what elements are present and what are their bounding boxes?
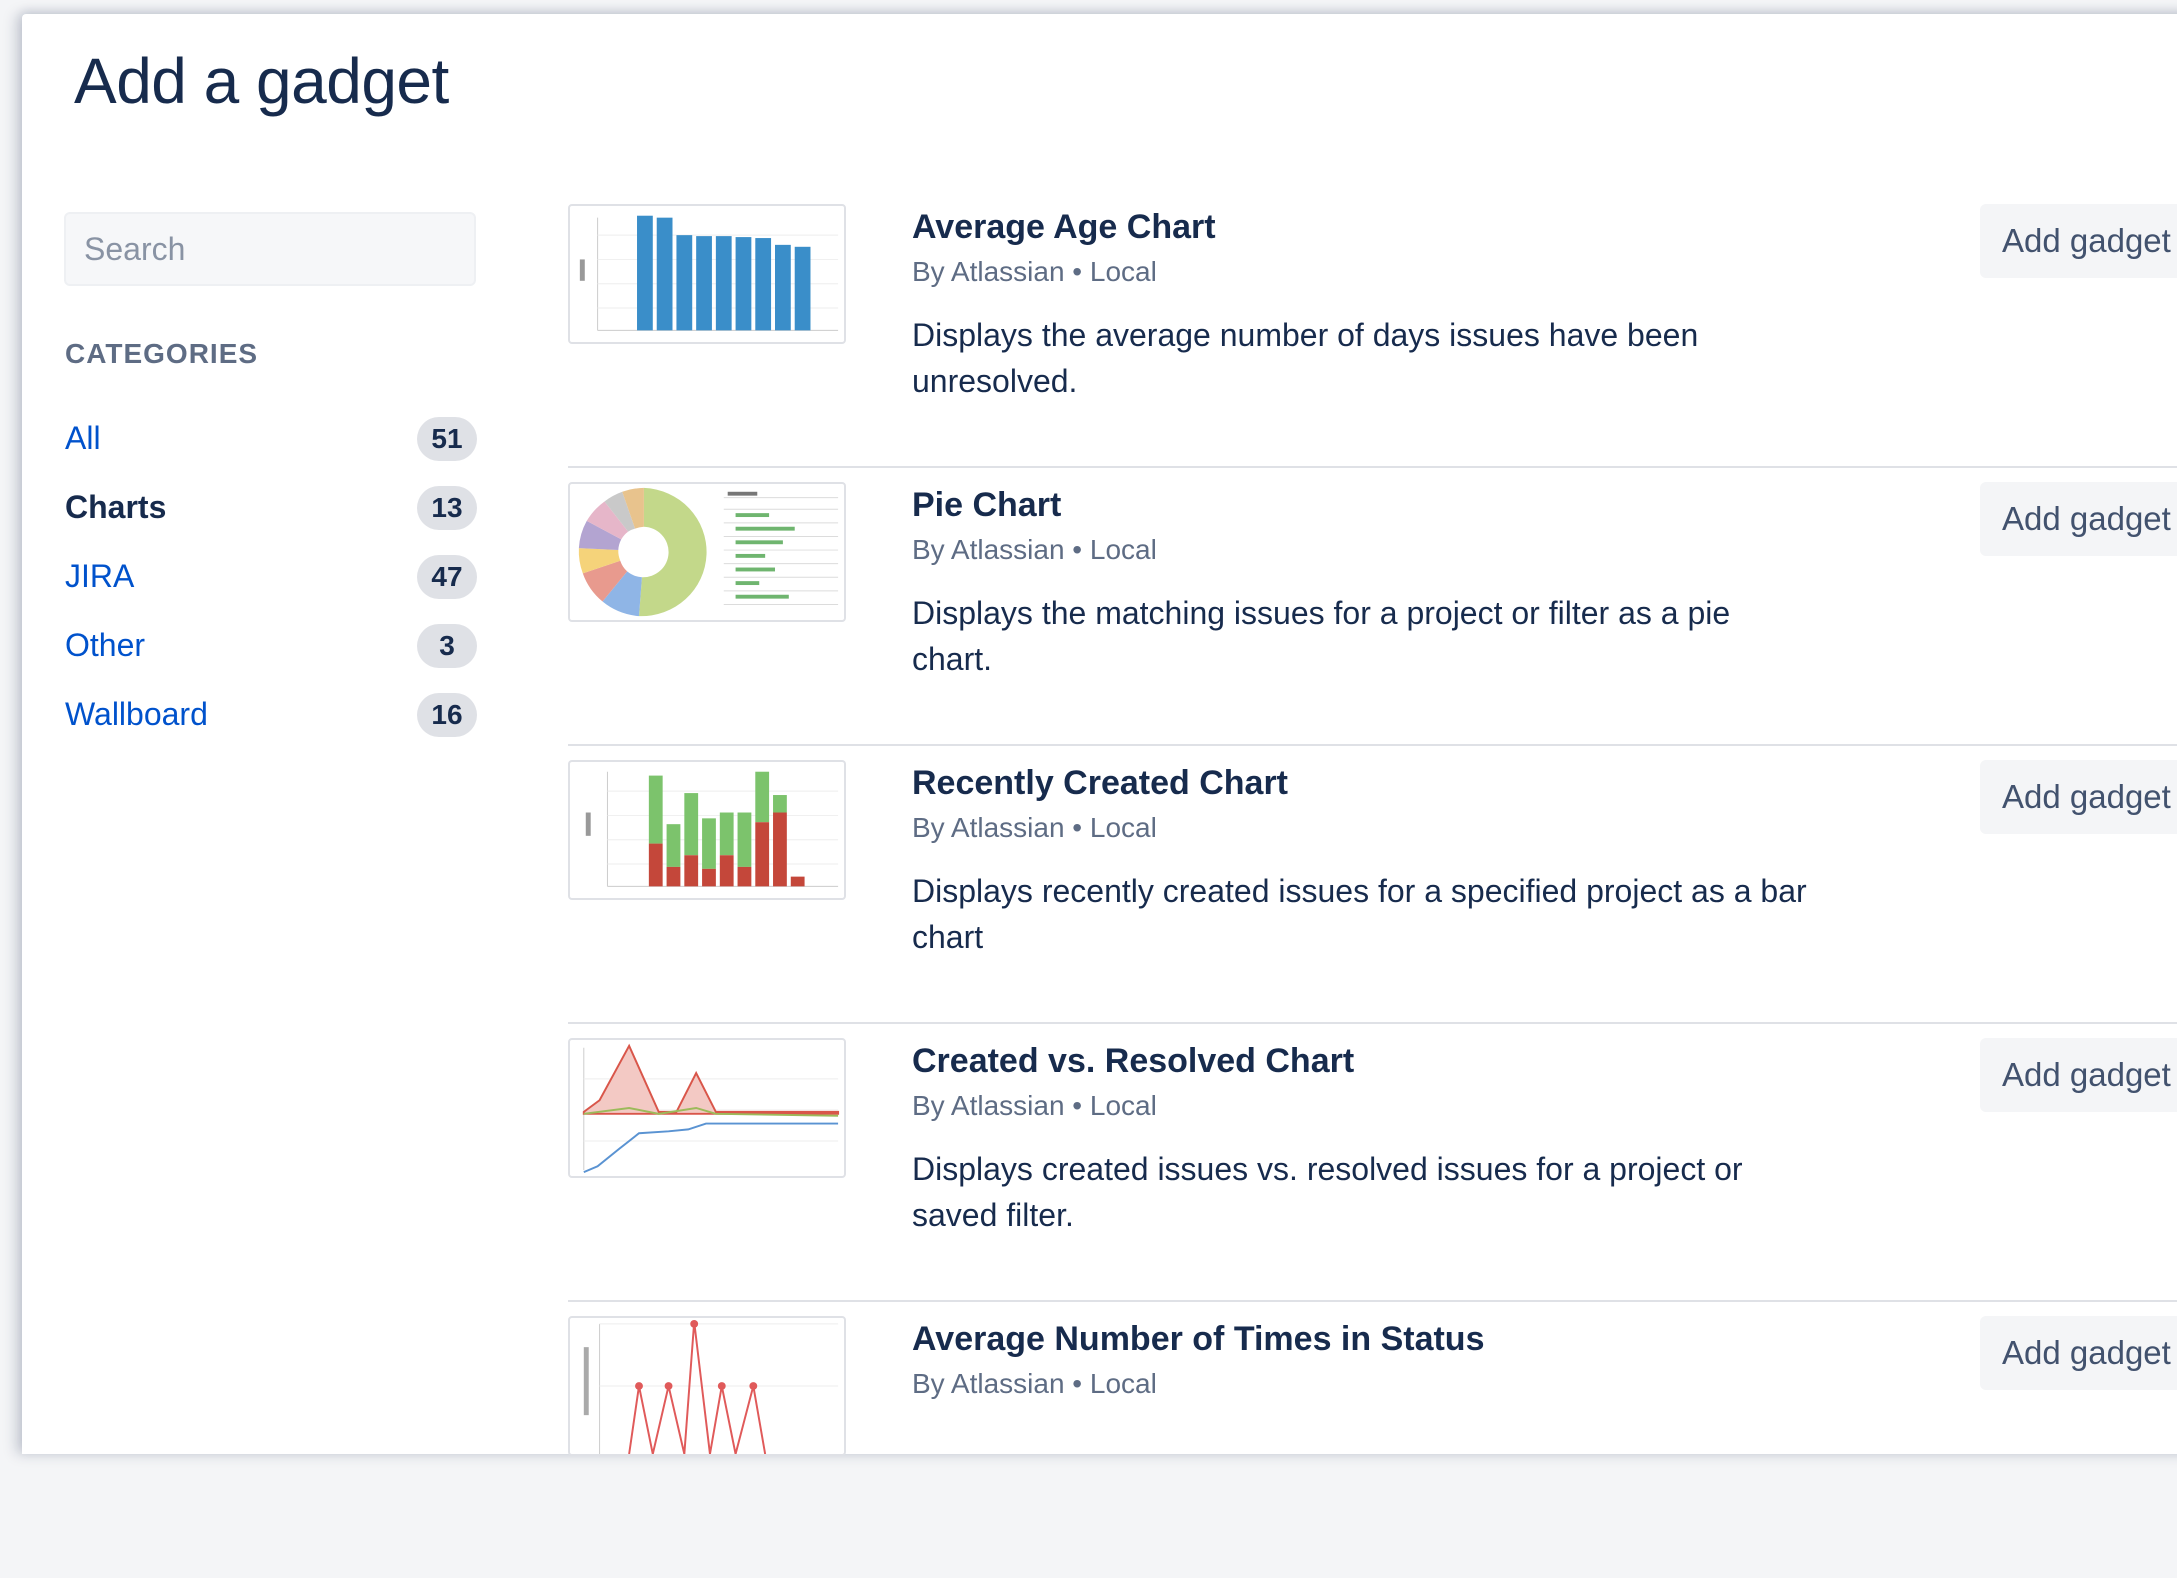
gadget-author: By Atlassian • Local [912,256,1157,287]
gadget-title: Recently Created Chart [912,764,1289,802]
category-charts[interactable]: Charts 13 [65,473,477,542]
gadget-list: Average Age Chart By Atlassian • Local D… [568,190,2177,1578]
category-list: All 51 Charts 13 JIRA 47 Other 3 Wallboa… [65,404,477,749]
category-all[interactable]: All 51 [65,404,477,473]
pie-chart-thumbnail [568,482,846,622]
category-wallboard[interactable]: Wallboard 16 [65,680,477,749]
add-gadget-dialog: Add a gadget CATEGORIES All 51 Charts 13… [22,14,2177,1456]
add-gadget-button[interactable]: Add gadget [1980,1316,2177,1390]
add-gadget-button[interactable]: Add gadget [1980,760,2177,834]
category-label: Charts [65,489,167,525]
category-count-badge: 47 [417,554,477,599]
gadget-description: Displays recently created issues for a s… [912,873,1807,955]
gadget-title: Pie Chart [912,486,1062,524]
gadget-item: Pie Chart By Atlassian • Local Displays … [568,468,2177,746]
area-line-chart-thumbnail [568,1038,846,1178]
gadget-description: Displays the matching issues for a proje… [912,595,1731,677]
bar-chart-thumbnail [568,204,846,344]
categories-heading: CATEGORIES [65,338,259,369]
search-input[interactable] [64,212,476,286]
gadget-author: By Atlassian • Local [912,812,1157,843]
stacked-bar-chart-thumbnail [568,760,846,900]
category-count-badge: 51 [417,416,477,461]
gadget-item: Recently Created Chart By Atlassian • Lo… [568,746,2177,1024]
category-label: JIRA [65,558,135,594]
gadget-title: Average Age Chart [912,208,1216,246]
add-gadget-button[interactable]: Add gadget [1980,204,2177,278]
gadget-description: Displays created issues vs. resolved iss… [912,1151,1743,1233]
gadget-title: Created vs. Resolved Chart [912,1042,1355,1080]
category-count-badge: 3 [417,623,477,668]
gadget-title: Average Number of Times in Status [912,1320,1485,1358]
category-count-badge: 16 [417,692,477,737]
gadget-item: Created vs. Resolved Chart By Atlassian … [568,1024,2177,1302]
category-count-badge: 13 [417,485,477,530]
gadget-author: By Atlassian • Local [912,1090,1157,1121]
category-label: Wallboard [65,696,208,732]
add-gadget-button[interactable]: Add gadget [1980,1038,2177,1112]
category-label: Other [65,627,146,663]
category-other[interactable]: Other 3 [65,611,477,680]
line-chart-thumbnail [568,1316,846,1456]
page-title: Add a gadget [74,45,449,117]
category-label: All [65,420,101,456]
gadget-author: By Atlassian • Local [912,534,1157,565]
gadget-item: Average Number of Times in Status By Atl… [568,1302,2177,1578]
gadget-description: Displays the average number of days issu… [912,317,1699,399]
gadget-item: Average Age Chart By Atlassian • Local D… [568,190,2177,468]
category-jira[interactable]: JIRA 47 [65,542,477,611]
add-gadget-button[interactable]: Add gadget [1980,482,2177,556]
gadget-author: By Atlassian • Local [912,1368,1157,1399]
